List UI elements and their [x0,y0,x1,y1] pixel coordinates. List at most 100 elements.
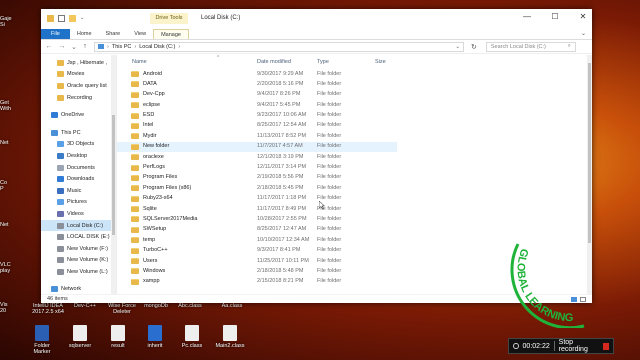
desktop-shortcut-partial[interactable]: Net [0,222,9,228]
column-type[interactable]: Type [317,59,329,65]
file-row[interactable]: SQLServer2017Media 10/28/2017 2:55 PM File… [117,214,592,224]
minimize-button[interactable]: — [522,12,532,21]
nav-item[interactable]: Jsp , Hibernate , [41,57,116,69]
file-row[interactable]: Sqlite 11/17/2017 8:49 PM File folder [117,204,592,214]
desktop-icon-label[interactable]: Abc.class [170,303,210,309]
nav-item[interactable]: Local Disk (C:) [41,219,116,232]
chevron-down-icon[interactable]: ⌄ [80,15,84,22]
tab-home[interactable]: Home [70,29,99,39]
desktop-icon-label: Pc.class [181,343,203,349]
nav-item[interactable]: This PC [41,127,116,139]
column-name[interactable]: Name [132,59,147,65]
desktop-shortcut-label: Co P [0,180,8,192]
search-input[interactable]: Search Local Disk (C:) ⌕ [485,41,576,52]
file-row[interactable]: SWSetup 8/25/2017 12:47 AM File folder [117,225,592,235]
file-row[interactable]: Program Files 2/19/2018 5:56 PM File folde… [117,173,592,183]
tab-manage[interactable]: Manage [153,29,189,39]
expand-ribbon-icon[interactable]: ⌄ [575,29,592,39]
desktop-icon-label[interactable]: IntelliJ IDEA 2017.2.5 x64 [28,303,68,315]
tab-view[interactable]: View [127,29,153,39]
folder-icon [131,206,139,213]
file-name: Ruby23-x64 [143,195,173,202]
recent-locations-button[interactable]: ⌄ [71,43,77,51]
file-row[interactable]: Program Files (x86) 2/18/2018 5:45 PM File… [117,183,592,193]
desktop-shortcut-partial[interactable]: Get With [0,100,11,112]
file-row[interactable]: Ruby23-x64 11/17/2017 1:18 PM File folder [117,194,592,204]
file-row[interactable]: Android 9/30/2017 9:29 AM File folder [117,69,592,79]
file-icon [73,325,87,341]
desktop-icon[interactable]: result [98,325,138,349]
file-row[interactable]: DATA 2/20/2018 5:16 PM File folder [117,79,592,89]
desktop-icon-label[interactable]: Aa.class [212,303,252,309]
file-row[interactable]: Intel 8/25/2017 12:54 AM File folder [117,121,592,131]
nav-item[interactable]: LOCAL DISK (E:) [41,231,116,243]
nav-item[interactable]: Desktop [41,150,116,162]
file-type: File folder [317,70,342,77]
file-row[interactable]: Dev-Cpp 9/4/2017 8:26 PM File folder [117,90,592,100]
file-row[interactable]: ESD 9/23/2017 10:06 AM File folder [117,111,592,121]
file-date: 2/15/2018 8:21 PM [257,278,304,285]
file-row[interactable]: eclipse 9/4/2017 5:45 PM File folder [117,100,592,110]
desktop-icon[interactable]: Folder Marker [22,325,62,355]
desktop-icon[interactable]: sqlserver [60,325,100,349]
desktop-icon-label[interactable]: Dev-C++ [65,303,105,309]
file-icon [111,325,125,341]
nav-item[interactable]: Recording [41,92,116,104]
nav-item[interactable]: Videos [41,208,116,220]
breadcrumb-separator: › [134,43,137,50]
nav-item[interactable]: Movies [41,69,116,81]
file-type: File folder [317,267,342,274]
file-row[interactable]: New folder 11/7/2017 4:57 AM File folder [117,141,397,153]
breadcrumb-local-disk[interactable]: Local Disk (C:) [139,44,175,50]
nav-item[interactable]: Music [41,185,116,197]
nav-item[interactable]: New Volume (L:) [41,266,116,278]
stop-recording-button[interactable] [602,342,609,350]
file-row[interactable]: Mydir 11/13/2017 8:52 PM File folder [117,131,592,141]
desktop-shortcut-partial[interactable]: Net [0,140,9,146]
file-type: File folder [317,247,342,254]
new-folder-icon[interactable] [69,15,76,22]
nav-item[interactable]: OneDrive [41,109,116,121]
nav-item[interactable]: New Volume (K:) [41,255,116,267]
refresh-button[interactable]: ↻ [471,43,477,51]
nav-item[interactable]: Downloads [41,173,116,185]
column-date-modified[interactable]: Date modified [257,59,291,65]
desktop-shortcut-label: Gaje Si [0,16,12,28]
desktop-shortcut-partial[interactable]: VLC play [0,262,11,274]
file-type: File folder [317,215,342,222]
properties-icon[interactable] [58,15,65,22]
desktop-shortcut-partial[interactable]: Co P [0,180,7,192]
folder-icon[interactable] [47,15,54,22]
file-row[interactable]: PerfLogs 12/11/2017 3:14 PM File folder [117,163,592,173]
desktop-icon[interactable]: Main2.class [210,325,250,349]
stop-recording-label[interactable]: Stop recording [559,339,599,353]
nav-scrollbar[interactable] [111,55,116,294]
desktop-icon[interactable]: inherit [135,325,175,349]
column-size[interactable]: Size [375,59,386,65]
file-name: New folder [143,143,170,150]
desktop-icon[interactable]: Pc.class [172,325,212,349]
nav-item[interactable]: Pictures [41,197,116,209]
nav-item[interactable]: Oracle query list [41,80,116,92]
tab-share[interactable]: Share [99,29,128,39]
file-date: 2/19/2018 5:56 PM [257,174,304,181]
address-row: ← → ⌄ ↑ › This PC › Local Disk (C:) › ⌄ … [41,40,592,54]
close-button[interactable]: ✕ [578,12,588,21]
address-dropdown-icon[interactable]: ⌄ [455,44,460,50]
nav-item[interactable]: 3D Objects [41,139,116,151]
nav-item[interactable]: Documents [41,162,116,174]
address-bar[interactable]: › This PC › Local Disk (C:) › ⌄ [94,41,464,52]
nav-item-label: Network [61,286,82,293]
breadcrumb-this-pc[interactable]: This PC [112,44,132,50]
back-button[interactable]: ← [45,43,53,50]
nav-item[interactable]: New Volume (F:) [41,243,116,255]
desktop-shortcut-partial[interactable]: Gaje Si [0,16,12,28]
file-name: DATA [143,80,157,87]
column-headers: ^ Name Date modified Type Size [117,55,592,69]
tab-file[interactable]: File [41,29,70,39]
up-button[interactable]: ↑ [81,43,89,50]
file-row[interactable]: oraclexe 12/1/2018 3:19 PM File folder [117,152,592,162]
forward-button[interactable]: → [58,43,66,50]
maximize-button[interactable]: ☐ [550,12,560,21]
desktop-shortcut-partial[interactable]: Vis 20 [0,302,8,314]
